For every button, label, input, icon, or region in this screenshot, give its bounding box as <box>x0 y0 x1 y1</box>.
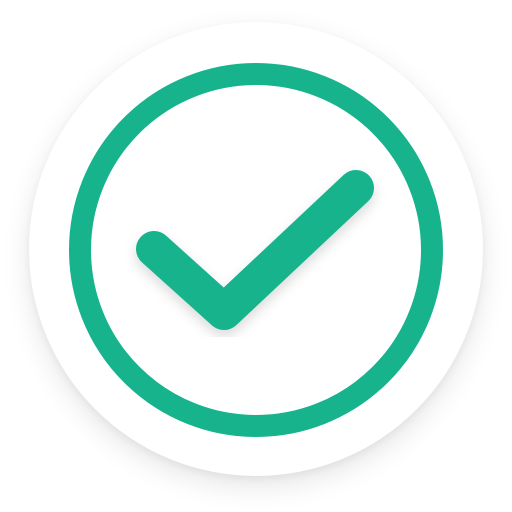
check-ring <box>69 63 443 437</box>
checkmark <box>136 170 374 330</box>
success-badge <box>0 0 512 512</box>
check-circle-icon <box>69 63 443 437</box>
